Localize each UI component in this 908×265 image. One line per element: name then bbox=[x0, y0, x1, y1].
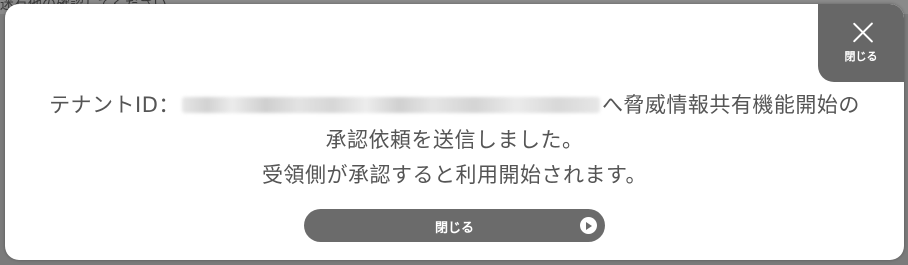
tenant-id-label: テナントID： bbox=[49, 93, 180, 117]
dialog: 閉じる テナントID： へ脅威情報共有機能開始の 承認依頼を送信しました。 受領側… bbox=[5, 4, 904, 260]
dialog-message: テナントID： へ脅威情報共有機能開始の 承認依頼を送信しました。 受領側が承認す… bbox=[5, 88, 904, 193]
message-line-2: 承認依頼を送信しました。 bbox=[325, 128, 584, 152]
redacted-tenant-id bbox=[181, 97, 600, 113]
message-line-1-suffix: へ脅威情報共有機能開始の bbox=[601, 93, 860, 117]
message-line-1: テナントID： へ脅威情報共有機能開始の bbox=[5, 88, 904, 123]
close-button[interactable]: 閉じる bbox=[304, 209, 605, 242]
close-button-label: 閉じる bbox=[434, 221, 474, 236]
close-corner-button[interactable]: 閉じる bbox=[818, 4, 904, 82]
close-corner-label: 閉じる bbox=[844, 50, 878, 63]
close-x-icon bbox=[852, 21, 874, 43]
play-circle-icon bbox=[580, 217, 597, 234]
message-line-3: 受領側が承認すると利用開始されます。 bbox=[262, 163, 647, 187]
